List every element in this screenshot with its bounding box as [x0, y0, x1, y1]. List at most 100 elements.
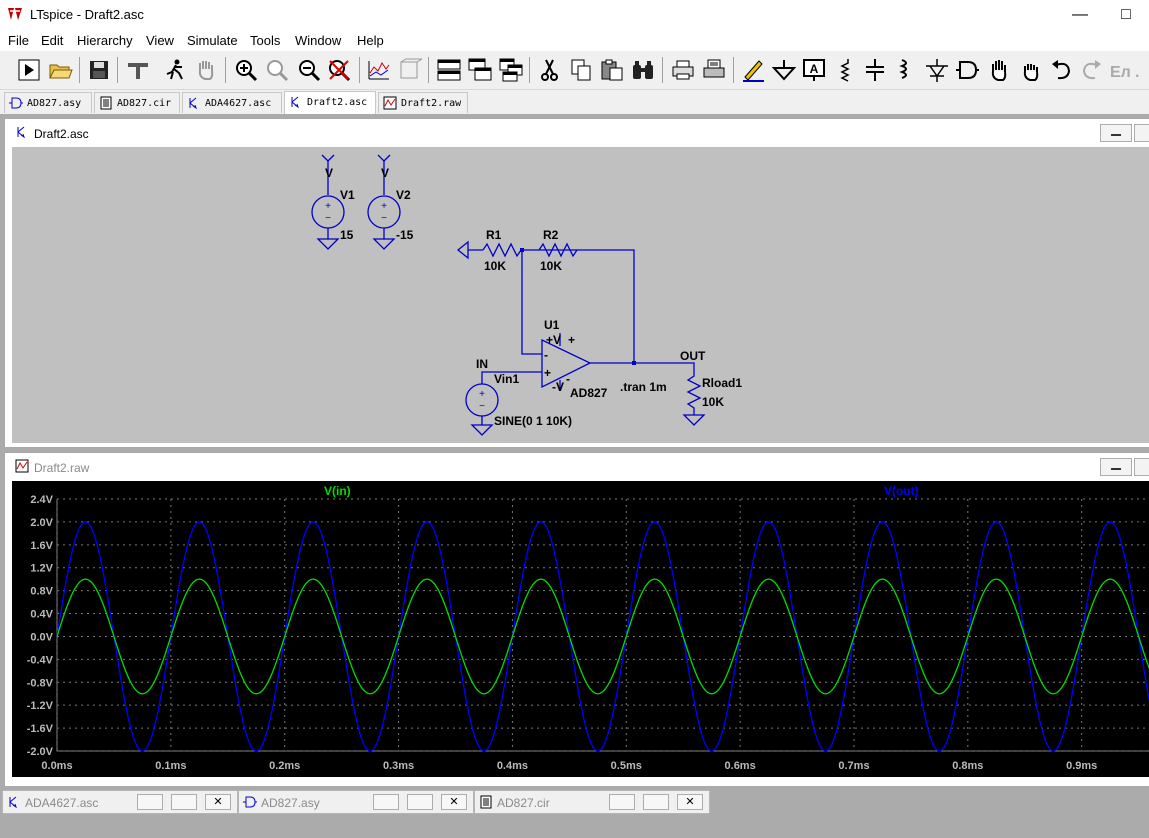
y-tick-label: -1.6V — [27, 723, 54, 735]
tab-draft2-asc[interactable]: Draft2.asc — [284, 91, 376, 114]
close-button[interactable]: ✕ — [441, 794, 467, 810]
menu-tools[interactable]: Tools — [250, 33, 280, 48]
open-icon[interactable] — [47, 57, 73, 83]
tran-directive[interactable]: .tran 1m — [620, 380, 667, 394]
schematic-icon — [189, 97, 197, 110]
tab-ad827-cir[interactable]: AD827.cir — [94, 92, 180, 113]
maximize-button[interactable] — [643, 794, 669, 810]
window-title: LTspice - Draft2.asc — [30, 7, 144, 22]
copy-icon[interactable] — [568, 57, 594, 83]
find-icon[interactable] — [630, 57, 656, 83]
schematic-minimize-button[interactable] — [1100, 124, 1132, 142]
v2-name: V2 — [396, 188, 411, 202]
control-panel-icon[interactable] — [125, 57, 151, 83]
tab-ad827-asy[interactable]: AD827.asy — [4, 92, 92, 113]
undo-icon[interactable] — [1048, 57, 1074, 83]
label-icon[interactable]: A — [801, 57, 827, 83]
restore-button[interactable] — [609, 794, 635, 810]
text-icon[interactable]: Ел — [1108, 57, 1134, 83]
v1-name: V1 — [340, 188, 355, 202]
vin-value: SINE(0 1 10K) — [494, 414, 572, 428]
schematic-window-titlebar: Draft2.asc — [5, 119, 1149, 147]
move-icon[interactable] — [986, 57, 1012, 83]
minimized-ad827-asy[interactable]: AD827.asy ✕ — [238, 790, 474, 814]
y-tick-label: 0.8V — [30, 586, 53, 598]
schematic-canvas[interactable]: +− +− +− V V1 15 V V2 -15 R1 10K R2 10K … — [12, 147, 1149, 443]
menu-view[interactable]: View — [146, 33, 174, 48]
svg-text:+: + — [479, 389, 485, 400]
restore-button[interactable] — [373, 794, 399, 810]
restore-button[interactable] — [137, 794, 163, 810]
svg-text:+: + — [325, 201, 331, 212]
menu-edit[interactable]: Edit — [41, 33, 63, 48]
u1-inv: - — [544, 348, 548, 362]
save-icon[interactable] — [86, 57, 112, 83]
in-net-label: IN — [476, 357, 488, 371]
schematic-icon — [17, 126, 25, 139]
schematic-restore-button[interactable] — [1134, 124, 1149, 142]
minimized-ad827-cir[interactable]: AD827.cir ✕ — [474, 790, 710, 814]
window-icon[interactable] — [396, 57, 422, 83]
autoscale-icon[interactable] — [366, 57, 392, 83]
drag-icon[interactable] — [1017, 57, 1043, 83]
minimized-windows-bar: ADA4627.asc ✕ AD827.asy ✕ AD827.cir ✕ — [0, 786, 1149, 838]
redo-icon[interactable] — [1079, 57, 1105, 83]
x-tick-label: 0.9ms — [1066, 760, 1097, 772]
menu-file[interactable]: File — [8, 33, 29, 48]
close-button[interactable]: ✕ — [205, 794, 231, 810]
zoom-out-icon[interactable] — [296, 57, 322, 83]
resistor-icon[interactable] — [832, 57, 858, 83]
wire-icon[interactable] — [740, 57, 766, 83]
pan-icon[interactable] — [193, 57, 219, 83]
cascade-icon[interactable] — [467, 57, 493, 83]
inductor-icon[interactable] — [893, 57, 919, 83]
x-tick-label: 0.6ms — [725, 760, 756, 772]
tile-horizontal-icon[interactable] — [436, 57, 462, 83]
zoom-in-icon[interactable] — [233, 57, 259, 83]
minimized-ada4627-asc[interactable]: ADA4627.asc ✕ — [2, 790, 238, 814]
legend-vin[interactable]: V(in) — [324, 484, 351, 498]
menu-simulate[interactable]: Simulate — [187, 33, 238, 48]
cut-icon[interactable] — [537, 57, 563, 83]
component-icon[interactable] — [954, 57, 980, 83]
mdi-workspace: Draft2.asc + − + − + − V V1 15 V V2 -15 … — [0, 114, 1149, 788]
print-icon[interactable] — [701, 57, 727, 83]
plot-minimize-button[interactable] — [1100, 458, 1132, 476]
menu-help[interactable]: Help — [357, 33, 384, 48]
zoom-fit-icon[interactable] — [264, 57, 290, 83]
paste-icon[interactable] — [599, 57, 625, 83]
x-tick-label: 0.3ms — [383, 760, 414, 772]
waveform-plot[interactable]: 2.4V 2.0V 1.6V 1.2V 0.8V 0.4V 0.0V -0.4V -0.8V -1… — [12, 481, 1149, 777]
u1-noninv: + — [544, 366, 551, 380]
print-setup-icon[interactable] — [670, 57, 696, 83]
schematic-window: Draft2.asc + − + − + − V V1 15 V V2 -15 … — [4, 118, 1149, 448]
minimize-button[interactable]: — — [1057, 0, 1103, 30]
rload-value: 10K — [702, 395, 724, 409]
close-button[interactable]: ✕ — [677, 794, 703, 810]
maximize-button[interactable] — [407, 794, 433, 810]
run-icon[interactable] — [16, 57, 42, 83]
tile-vertical-icon[interactable] — [498, 57, 524, 83]
y-tick-label: 1.6V — [30, 540, 53, 552]
y-tick-label: -0.4V — [27, 654, 54, 666]
menu-window[interactable]: Window — [295, 33, 341, 48]
toolbar-separator — [428, 57, 429, 83]
tab-draft2-raw[interactable]: Draft2.raw — [378, 92, 468, 113]
diode-icon[interactable] — [924, 57, 950, 83]
capacitor-icon[interactable] — [862, 57, 888, 83]
v1-net-label: V — [325, 166, 333, 180]
maximize-button[interactable]: □ — [1103, 0, 1149, 30]
ground-icon[interactable] — [771, 57, 797, 83]
x-tick-label: 0.4ms — [497, 760, 528, 772]
toolbar-separator — [225, 57, 226, 83]
spice-directive-icon[interactable]: . — [1133, 57, 1149, 83]
legend-vout[interactable]: V(out) — [884, 484, 919, 498]
v1-value: 15 — [340, 228, 354, 242]
halt-icon[interactable] — [162, 57, 188, 83]
zoom-cancel-icon[interactable] — [326, 57, 352, 83]
plot-restore-button[interactable] — [1134, 458, 1149, 476]
tab-ada4627-asc[interactable]: ADA4627.asc — [182, 92, 282, 113]
out-net-label: OUT — [680, 349, 706, 363]
menu-hierarchy[interactable]: Hierarchy — [77, 33, 133, 48]
maximize-button[interactable] — [171, 794, 197, 810]
